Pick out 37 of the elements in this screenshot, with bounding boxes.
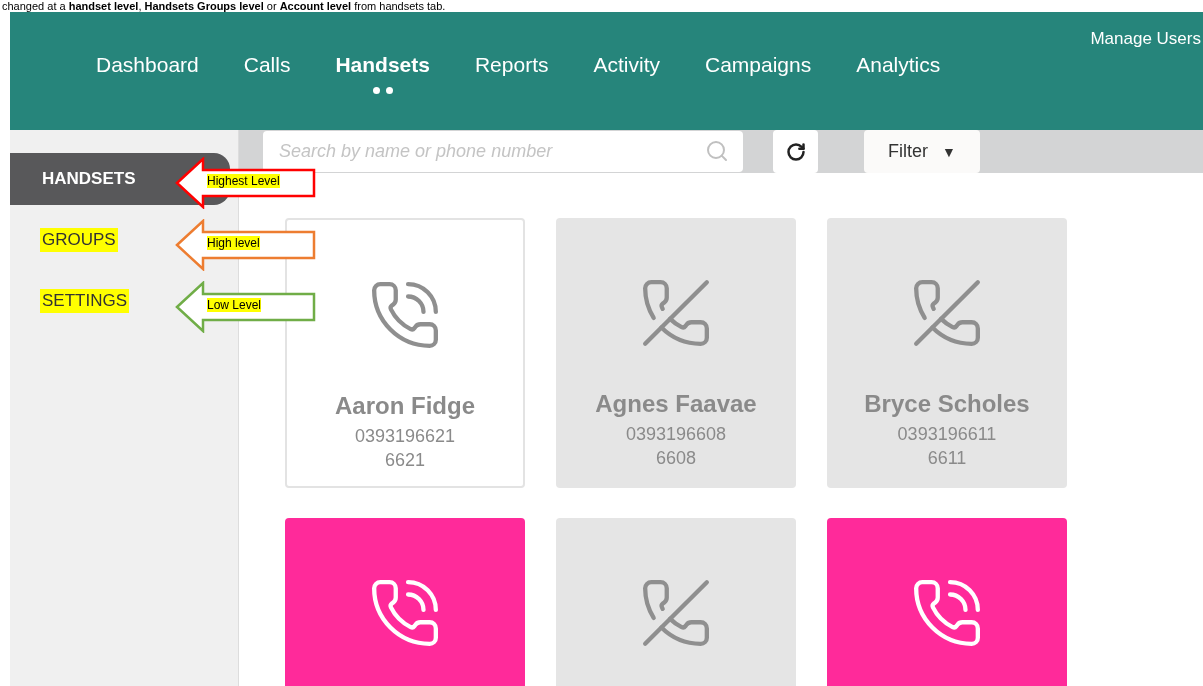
search-field[interactable]: Search by name or phone number <box>263 131 743 172</box>
sidebar-item[interactable]: GROUPS <box>10 214 122 266</box>
handset-name: Bryce Scholes <box>864 390 1030 418</box>
annotation-label: Low Level <box>207 298 262 312</box>
refresh-icon <box>785 141 806 162</box>
search-icon <box>705 139 729 163</box>
caret-icon: ▼ <box>942 143 956 160</box>
annotation-label: Highest Level <box>207 174 280 188</box>
filter-label: Filter <box>888 141 929 162</box>
sidebar-label: HANDSETS <box>41 168 137 190</box>
nav-tab[interactable]: Calls <box>243 53 291 105</box>
annotation-label: High level <box>207 236 260 250</box>
phone-number: 0393196621 <box>354 426 456 446</box>
document-text: changed at a handset level, Handsets Groups level or Account level from handsets tab. <box>1 0 447 12</box>
filter-button[interactable]: Filter ▼ <box>864 130 980 173</box>
nav-tab[interactable]: Campaigns <box>705 53 812 105</box>
extension-number: 6611 <box>927 448 967 468</box>
nav-tab[interactable]: Handsets <box>335 53 430 105</box>
active-dots-icon <box>372 87 393 94</box>
handset-card[interactable]: Aaron Fidge 0393196621 6621 <box>285 218 525 488</box>
handset-name: Agnes Faavae <box>595 390 757 418</box>
phone-number: 0393196611 <box>897 424 997 444</box>
nav-tab[interactable]: Reports <box>474 53 549 105</box>
extension-number: 6608 <box>655 448 696 468</box>
phone-number: 0393196608 <box>625 424 727 444</box>
handset-name: Aaron Fidge <box>335 392 475 420</box>
nav-tab[interactable]: Dashboard <box>96 53 199 105</box>
sidebar-label: GROUPS <box>40 228 118 252</box>
refresh-button[interactable] <box>773 130 818 173</box>
handset-card[interactable]: Agnes Faavae 0393196608 6608 <box>556 218 796 488</box>
nav-tab[interactable]: Analytics <box>856 53 941 105</box>
sidebar-item[interactable]: SETTINGS <box>10 275 133 327</box>
manage-users-link[interactable]: Manage Users <box>1090 29 1201 49</box>
handset-card[interactable]: Bryce Scholes 0393196611 6611 <box>827 218 1067 488</box>
sidebar-label: SETTINGS <box>40 289 129 313</box>
nav-tab[interactable]: Activity <box>593 53 660 105</box>
extension-number: 6621 <box>384 450 425 470</box>
